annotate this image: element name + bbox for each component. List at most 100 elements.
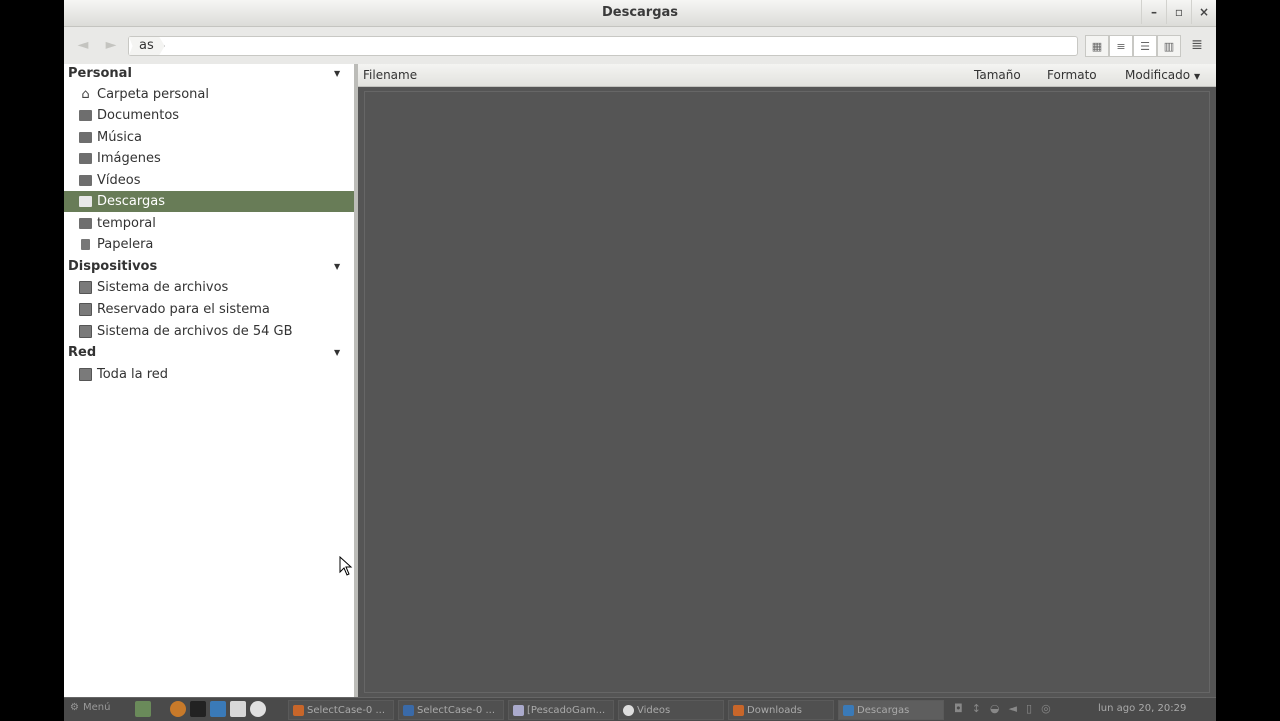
back-button[interactable]: ◄ bbox=[74, 37, 92, 53]
firefox-icon[interactable] bbox=[170, 701, 186, 717]
mouse-cursor-icon bbox=[339, 556, 353, 576]
compact-view-icon[interactable]: ≡ bbox=[1109, 35, 1133, 57]
network-folder-icon bbox=[79, 368, 92, 381]
minimize-button[interactable]: – bbox=[1141, 0, 1166, 24]
sidebar-item-label: Descargas bbox=[97, 194, 166, 209]
task-button[interactable]: Downloads bbox=[728, 700, 834, 720]
firefox-icon bbox=[293, 704, 304, 716]
editor-icon bbox=[403, 704, 414, 716]
start-menu-label: Menú bbox=[82, 702, 111, 713]
system-tray: ◘ ↕ ◒ ◄ ▯ ◎ bbox=[954, 702, 1051, 715]
wifi-icon[interactable]: ◒ bbox=[990, 702, 1000, 715]
folder-icon bbox=[79, 132, 92, 143]
task-button[interactable]: Videos bbox=[618, 700, 724, 720]
file-list-area[interactable] bbox=[358, 87, 1216, 697]
document-icon bbox=[513, 704, 524, 716]
title-bar[interactable]: Descargas – ▫ × bbox=[64, 0, 1216, 27]
window-title: Descargas bbox=[601, 5, 679, 20]
toolbar: ◄ ► as ▦ ≡ ☰ ▥ ≣ bbox=[64, 27, 1216, 63]
sidebar-item-label: Reservado para el sistema bbox=[97, 302, 270, 317]
collapse-arrow-icon[interactable]: ▼ bbox=[334, 64, 340, 84]
list-view-icon[interactable]: ☰ bbox=[1133, 35, 1157, 57]
column-size[interactable]: Tamaño bbox=[974, 68, 1021, 82]
terminal-icon[interactable] bbox=[190, 701, 206, 717]
folder-icon bbox=[79, 153, 92, 164]
gear-icon: ⚙ bbox=[70, 702, 79, 713]
start-menu-button[interactable]: ⚙ Menú bbox=[70, 702, 110, 713]
volume-icon[interactable]: ◄ bbox=[1009, 702, 1017, 715]
sidebar: Personal ▼ ⌂ Carpeta personal Documentos… bbox=[64, 64, 354, 697]
folder-icon bbox=[79, 196, 92, 207]
sidebar-item-videos[interactable]: Vídeos bbox=[64, 170, 354, 191]
sidebar-item-home[interactable]: ⌂ Carpeta personal bbox=[64, 84, 354, 105]
task-button[interactable]: Descargas bbox=[838, 700, 944, 720]
file-manager-icon bbox=[843, 704, 854, 716]
network-icon[interactable]: ↕ bbox=[972, 702, 981, 715]
folder-icon bbox=[79, 218, 92, 229]
sidebar-item-music[interactable]: Música bbox=[64, 127, 354, 148]
sidebar-item-label: Música bbox=[97, 130, 142, 145]
sidebar-item-network[interactable]: Toda la red bbox=[64, 364, 354, 385]
chrome-icon[interactable] bbox=[250, 701, 266, 717]
sidebar-item-label: Papelera bbox=[97, 237, 154, 252]
show-desktop-icon[interactable] bbox=[135, 701, 151, 717]
sidebar-item-label: Sistema de archivos de 54 GB bbox=[97, 324, 293, 339]
sidebar-item-filesystem[interactable]: Sistema de archivos bbox=[64, 277, 354, 298]
task-label: Videos bbox=[637, 704, 671, 716]
task-label: [PescadoGam... bbox=[527, 704, 606, 716]
section-network[interactable]: Red bbox=[68, 343, 96, 363]
section-personal[interactable]: Personal bbox=[68, 64, 132, 84]
drive-icon bbox=[79, 325, 92, 338]
file-list-inner bbox=[364, 91, 1210, 693]
update-icon[interactable]: ◎ bbox=[1041, 702, 1051, 715]
sidebar-item-temporal[interactable]: temporal bbox=[64, 213, 354, 234]
column-format[interactable]: Formato bbox=[1047, 68, 1097, 82]
task-label: SelectCase-0 ... bbox=[307, 704, 386, 716]
sidebar-item-pictures[interactable]: Imágenes bbox=[64, 148, 354, 169]
chrome-icon bbox=[623, 704, 634, 716]
file-manager-icon[interactable] bbox=[210, 701, 226, 717]
task-button[interactable]: SelectCase-0 ... bbox=[288, 700, 394, 720]
maximize-button[interactable]: ▫ bbox=[1166, 0, 1191, 24]
collapse-arrow-icon[interactable]: ▼ bbox=[334, 257, 340, 277]
taskbar: ⚙ Menú SelectCase-0 ... SelectCase-0 ...… bbox=[64, 697, 1216, 721]
sidebar-item-54gb[interactable]: Sistema de archivos de 54 GB bbox=[64, 321, 354, 342]
column-modified-label: Modificado bbox=[1125, 68, 1191, 82]
section-devices[interactable]: Dispositivos bbox=[68, 257, 157, 277]
folder-icon bbox=[79, 175, 92, 186]
sidebar-item-label: Carpeta personal bbox=[97, 87, 209, 102]
view-switcher: ▦ ≡ ☰ ▥ bbox=[1085, 35, 1181, 57]
sidebar-item-documents[interactable]: Documentos bbox=[64, 105, 354, 126]
sidebar-item-label: Imágenes bbox=[97, 151, 161, 166]
column-view-icon[interactable]: ▥ bbox=[1157, 35, 1181, 57]
column-header: Filename Tamaño Formato Modificado ▼ bbox=[358, 64, 1216, 87]
sidebar-item-downloads[interactable]: Descargas bbox=[64, 191, 354, 212]
task-label: SelectCase-0 ... bbox=[417, 704, 496, 716]
firefox-icon bbox=[733, 704, 744, 716]
sort-desc-icon: ▼ bbox=[1193, 72, 1201, 81]
column-modified[interactable]: Modificado ▼ bbox=[1125, 68, 1200, 82]
breadcrumb[interactable]: as bbox=[129, 37, 165, 55]
sidebar-item-label: Sistema de archivos bbox=[97, 280, 229, 295]
sidebar-item-trash[interactable]: Papelera bbox=[64, 234, 354, 255]
sidebar-item-label: temporal bbox=[97, 216, 156, 231]
column-filename[interactable]: Filename bbox=[363, 68, 417, 82]
sidebar-item-label: Toda la red bbox=[97, 367, 169, 382]
text-editor-icon[interactable] bbox=[230, 701, 246, 717]
task-button[interactable]: [PescadoGam... bbox=[508, 700, 614, 720]
collapse-arrow-icon[interactable]: ▼ bbox=[334, 343, 340, 363]
sidebar-item-reserved[interactable]: Reservado para el sistema bbox=[64, 299, 354, 320]
icon-view-icon[interactable]: ▦ bbox=[1085, 35, 1109, 57]
trash-icon bbox=[81, 239, 90, 250]
path-bar[interactable]: as bbox=[128, 36, 1078, 56]
home-icon: ⌂ bbox=[81, 87, 90, 102]
close-button[interactable]: × bbox=[1191, 0, 1216, 24]
menu-icon[interactable]: ≣ bbox=[1188, 36, 1206, 54]
sidebar-item-label: Documentos bbox=[97, 108, 180, 123]
task-label: Downloads bbox=[747, 704, 802, 716]
camera-icon[interactable]: ◘ bbox=[954, 702, 963, 715]
battery-icon[interactable]: ▯ bbox=[1026, 702, 1032, 715]
task-button[interactable]: SelectCase-0 ... bbox=[398, 700, 504, 720]
forward-button[interactable]: ► bbox=[102, 37, 120, 53]
clock[interactable]: lun ago 20, 20:29 bbox=[1098, 703, 1186, 714]
